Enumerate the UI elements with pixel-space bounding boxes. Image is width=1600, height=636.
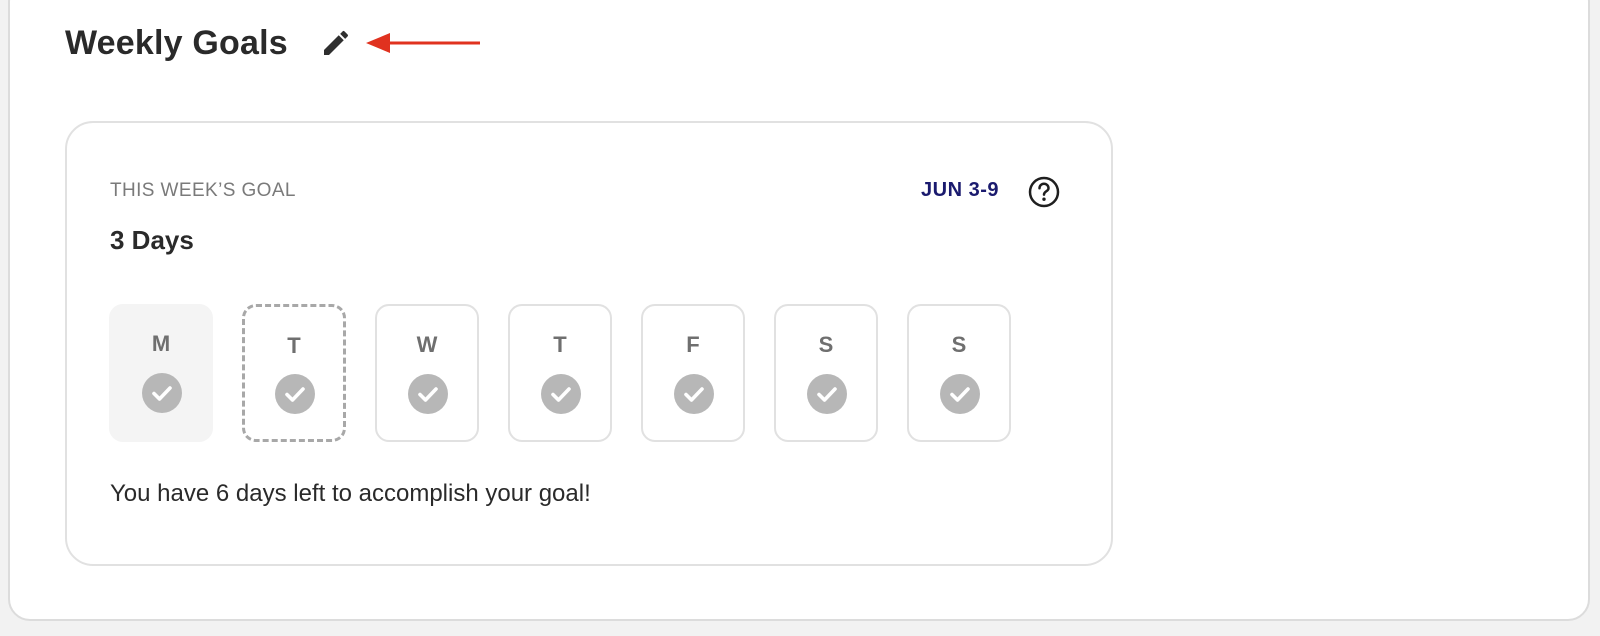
- weekly-goal-card: THIS WEEK’S GOAL 3 Days JUN 3-9 M T W T: [65, 121, 1113, 566]
- day-letter: F: [686, 332, 700, 357]
- goal-label: THIS WEEK’S GOAL: [110, 180, 296, 201]
- section-title: Weekly Goals: [65, 24, 288, 62]
- day-tuesday[interactable]: T: [242, 304, 346, 442]
- question-circle-icon: [1028, 176, 1060, 208]
- day-letter: S: [818, 332, 834, 357]
- day-letter: M: [151, 331, 171, 356]
- checkmark-circle-icon: [408, 374, 448, 414]
- day-letter: S: [951, 332, 967, 357]
- edit-goal-button[interactable]: [320, 27, 352, 59]
- day-wednesday[interactable]: W: [375, 304, 479, 442]
- day-letter: T: [553, 332, 567, 357]
- checkmark-circle-icon: [807, 374, 847, 414]
- annotation-arrow-icon: [366, 33, 480, 53]
- checkmark-circle-icon: [940, 374, 980, 414]
- day-letter: W: [416, 332, 438, 357]
- checkmark-circle-icon: [541, 374, 581, 414]
- day-friday[interactable]: F: [641, 304, 745, 442]
- pencil-icon: [324, 30, 349, 55]
- checkmark-circle-icon: [275, 374, 315, 414]
- help-button[interactable]: [1027, 175, 1061, 209]
- goal-value: 3 Days: [110, 225, 194, 255]
- day-letter: T: [287, 333, 301, 358]
- progress-message: You have 6 days left to accomplish your …: [110, 480, 591, 507]
- date-range: JUN 3-9: [921, 179, 999, 201]
- checkmark-circle-icon: [674, 374, 714, 414]
- day-sunday[interactable]: S: [907, 304, 1011, 442]
- day-saturday[interactable]: S: [774, 304, 878, 442]
- day-monday[interactable]: M: [109, 304, 213, 442]
- checkmark-circle-icon: [142, 373, 182, 413]
- day-thursday[interactable]: T: [508, 304, 612, 442]
